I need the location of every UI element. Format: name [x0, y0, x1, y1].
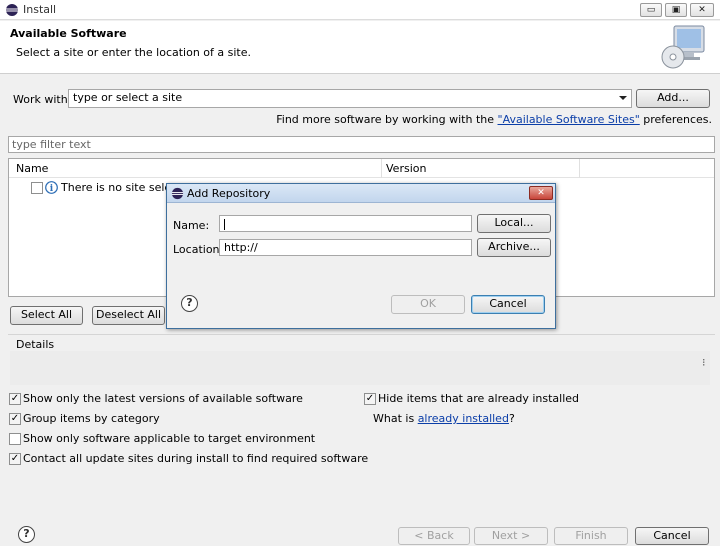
- page-subtitle: Select a site or enter the location of a…: [16, 46, 252, 59]
- dialog-cancel-button[interactable]: Cancel: [471, 295, 545, 314]
- target-environment-checkbox[interactable]: [9, 433, 21, 445]
- group-by-category-checkbox[interactable]: ✓: [9, 413, 21, 425]
- cancel-button[interactable]: Cancel: [635, 527, 709, 545]
- column-divider[interactable]: [579, 159, 580, 178]
- what-is-installed-text: What is already installed?: [373, 412, 515, 425]
- latest-versions-label: Show only the latest versions of availab…: [23, 392, 303, 405]
- add-site-button[interactable]: Add...: [636, 89, 710, 108]
- back-button[interactable]: < Back: [398, 527, 470, 545]
- local-button[interactable]: Local...: [477, 214, 551, 233]
- contact-update-sites-checkbox[interactable]: ✓: [9, 453, 21, 465]
- location-label: Location:: [173, 243, 224, 256]
- help-icon[interactable]: ?: [18, 526, 35, 543]
- latest-versions-checkbox[interactable]: ✓: [9, 393, 21, 405]
- group-by-category-label: Group items by category: [23, 412, 160, 425]
- dialog-close-button[interactable]: ✕: [529, 186, 553, 200]
- row-checkbox[interactable]: [31, 182, 43, 194]
- already-installed-link[interactable]: already installed: [418, 412, 509, 425]
- name-input[interactable]: [219, 215, 472, 232]
- text-caret: [224, 218, 225, 230]
- select-all-button[interactable]: Select All: [10, 306, 83, 325]
- next-button[interactable]: Next >: [474, 527, 548, 545]
- info-icon: i: [45, 181, 58, 194]
- column-version[interactable]: Version: [386, 162, 426, 175]
- hide-installed-label: Hide items that are already installed: [378, 392, 580, 405]
- details-label: Details: [16, 338, 55, 351]
- find-more-text: Find more software by working with the "…: [276, 113, 712, 126]
- details-scroll-icon[interactable]: ⁝: [702, 356, 706, 369]
- hide-installed-checkbox[interactable]: ✓: [364, 393, 376, 405]
- find-more-suffix: preferences.: [639, 113, 712, 126]
- archive-button[interactable]: Archive...: [477, 238, 551, 257]
- column-divider[interactable]: [381, 159, 382, 178]
- close-icon: ✕: [537, 188, 545, 198]
- contact-update-sites-label: Contact all update sites during install …: [23, 452, 369, 465]
- dialog-title: Add Repository: [187, 187, 271, 200]
- available-software-sites-link[interactable]: "Available Software Sites": [498, 113, 640, 126]
- minimize-icon: ▭: [646, 5, 656, 15]
- window-title: Install: [23, 3, 57, 16]
- work-with-label: Work with:: [13, 93, 72, 106]
- location-input-value: http://: [224, 241, 258, 254]
- add-repository-dialog: Add Repository ✕ Name: Local... Location…: [166, 183, 556, 329]
- eclipse-icon: [6, 4, 18, 16]
- work-with-placeholder: type or select a site: [73, 91, 183, 104]
- dialog-help-icon[interactable]: ?: [181, 295, 198, 312]
- column-name[interactable]: Name: [16, 162, 48, 175]
- filter-placeholder: type filter text: [12, 138, 91, 151]
- install-computer-icon: [661, 25, 705, 69]
- details-text-area[interactable]: [10, 351, 710, 385]
- eclipse-icon: [171, 187, 184, 200]
- find-more-prefix: Find more software by working with the: [276, 113, 498, 126]
- table-header: Name Version: [9, 159, 714, 178]
- window-titlebar: Install ▭ ▣ ✕: [0, 0, 720, 20]
- info-glyph: i: [50, 184, 54, 194]
- name-label: Name:: [173, 219, 210, 232]
- page-title: Available Software: [10, 27, 127, 40]
- maximize-icon: ▣: [671, 5, 681, 15]
- ok-button[interactable]: OK: [391, 295, 465, 314]
- window-close-button[interactable]: ✕: [690, 3, 714, 17]
- finish-button[interactable]: Finish: [554, 527, 628, 545]
- target-environment-label: Show only software applicable to target …: [23, 432, 316, 445]
- what-is-prefix: What is: [373, 412, 418, 425]
- deselect-all-button[interactable]: Deselect All: [92, 306, 165, 325]
- what-is-suffix: ?: [508, 412, 515, 425]
- location-input[interactable]: http://: [219, 239, 472, 256]
- minimize-button[interactable]: ▭: [640, 3, 662, 17]
- dialog-titlebar: Add Repository ✕: [167, 184, 555, 203]
- dropdown-arrow-icon[interactable]: [619, 96, 627, 100]
- filter-input[interactable]: type filter text: [8, 136, 715, 153]
- maximize-button[interactable]: ▣: [665, 3, 687, 17]
- work-with-combo[interactable]: type or select a site: [68, 89, 632, 108]
- close-icon: ✕: [698, 5, 706, 15]
